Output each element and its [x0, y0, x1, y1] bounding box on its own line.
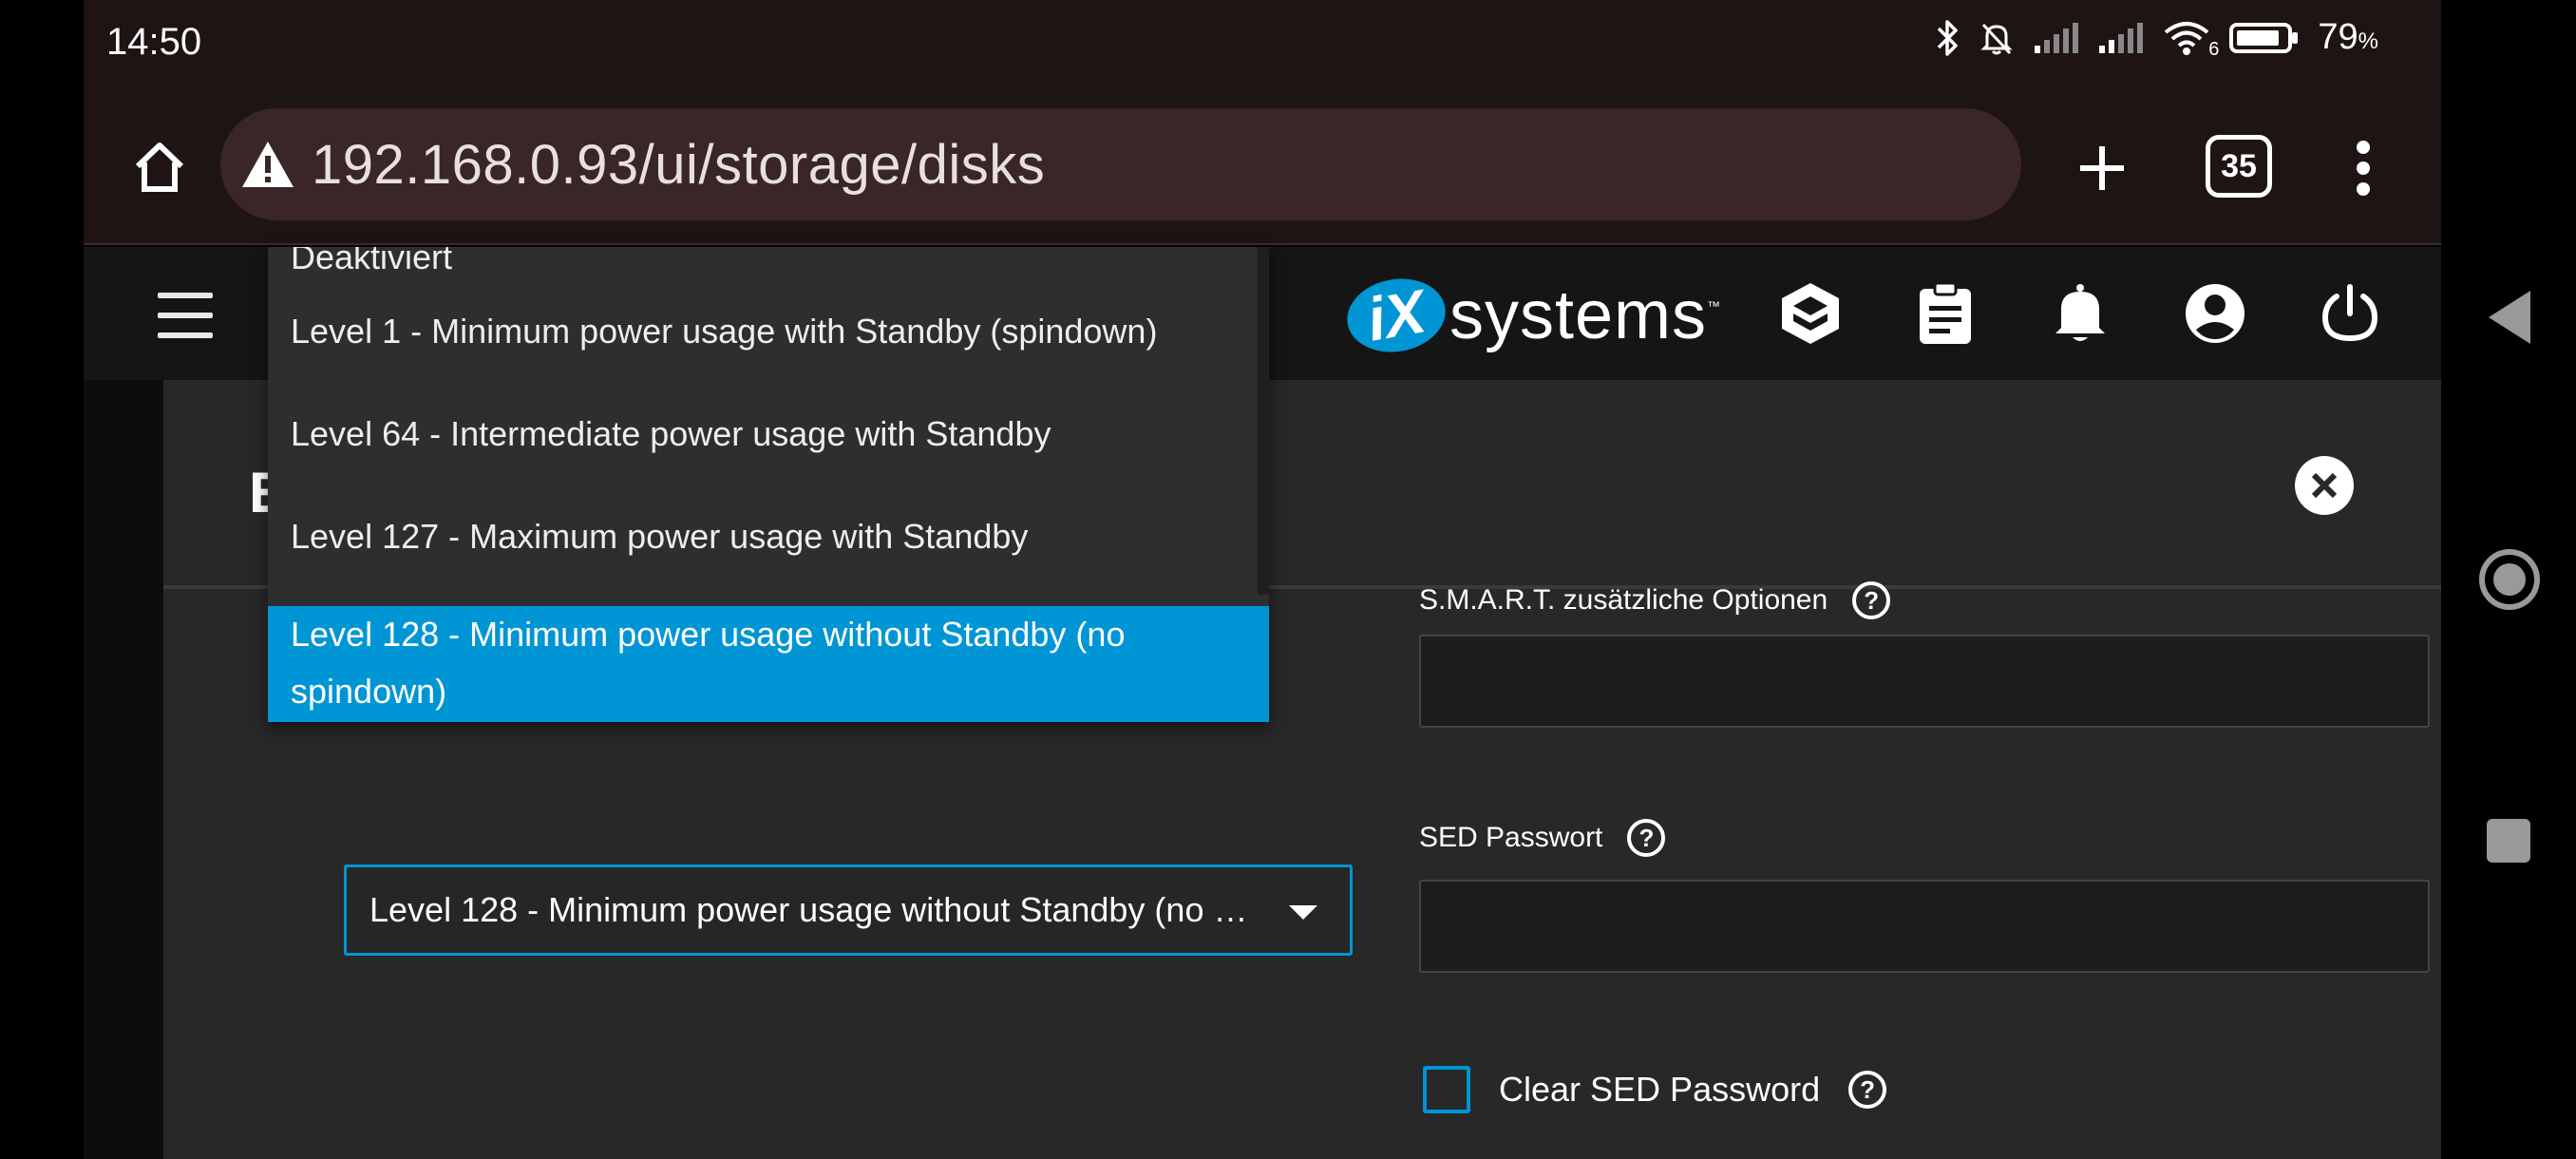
browser-toolbar: 192.168.0.93/ui/storage/disks 35: [84, 87, 2441, 245]
close-icon[interactable]: [2295, 456, 2354, 515]
status-time: 14:50: [106, 21, 202, 63]
hamburger-menu-icon[interactable]: [150, 287, 220, 344]
warning-icon[interactable]: [237, 134, 298, 195]
option-deaktiviert[interactable]: Deaktiviert: [268, 247, 1258, 287]
clear-sed-checkbox[interactable]: [1423, 1066, 1470, 1113]
chevron-down-icon[interactable]: [1289, 905, 1317, 920]
help-icon[interactable]: ?: [1852, 581, 1891, 619]
power-icon[interactable]: [2310, 274, 2390, 353]
truecommand-icon[interactable]: [1771, 274, 1850, 353]
logo-mark: iX: [1341, 271, 1451, 360]
power-management-select[interactable]: Level 128 - Minimum power usage without …: [344, 864, 1353, 956]
tabs-icon[interactable]: 35: [2206, 135, 2272, 198]
logo-text: systems: [1449, 277, 1708, 353]
url-text[interactable]: 192.168.0.93/ui/storage/disks: [312, 133, 1045, 197]
help-icon[interactable]: ?: [1848, 1071, 1887, 1109]
screen: 14:50 6 79% 192.168.0.93/ui/storage/disk…: [0, 0, 2576, 1159]
account-icon[interactable]: [2175, 274, 2255, 353]
smart-options-input[interactable]: [1419, 635, 2430, 728]
select-value: Level 128 - Minimum power usage without …: [369, 890, 1253, 929]
bluetooth-icon: [1936, 19, 1960, 57]
recent-apps-icon[interactable]: [2487, 819, 2530, 863]
clear-sed-label: Clear SED Password ?: [1499, 1066, 1887, 1113]
bell-muted-icon: [1978, 19, 2016, 57]
option-level-1[interactable]: Level 1 - Minimum power usage with Stand…: [268, 302, 1258, 361]
ixsystems-logo: iX systems ™: [1341, 270, 1721, 361]
back-icon[interactable]: [2489, 291, 2530, 344]
status-icons: 6 79%: [1936, 17, 2378, 60]
smart-options-label: S.M.A.R.T. zusätzliche Optionen ?: [1419, 581, 1891, 619]
clipboard-icon[interactable]: [1905, 274, 1985, 353]
sidebar-strip: [84, 380, 163, 1159]
home-circle-icon[interactable]: [2479, 549, 2540, 610]
wifi-icon: 6: [2162, 19, 2219, 60]
home-icon[interactable]: [122, 129, 198, 205]
plus-icon[interactable]: [2059, 125, 2145, 211]
more-vert-icon[interactable]: [2325, 125, 2401, 211]
dropdown-scrollbar[interactable]: [1258, 247, 1269, 595]
power-management-options: Deaktiviert Level 1 - Minimum power usag…: [268, 247, 1269, 722]
option-level-127[interactable]: Level 127 - Maximum power usage with Sta…: [268, 507, 1258, 566]
sed-password-label: SED Passwort ?: [1419, 819, 1666, 857]
wifi-badge: 6: [2208, 38, 2220, 60]
help-icon[interactable]: ?: [1627, 819, 1666, 857]
address-bar[interactable]: 192.168.0.93/ui/storage/disks: [220, 108, 2021, 220]
sed-password-input[interactable]: [1419, 880, 2430, 973]
battery-icon: [2228, 21, 2301, 55]
option-level-64[interactable]: Level 64 - Intermediate power usage with…: [268, 405, 1258, 464]
battery-percent: 79%: [2318, 17, 2378, 57]
android-nav-bar: [2443, 0, 2576, 1159]
signal-icon: [2033, 21, 2080, 55]
logo-trademark: ™: [1707, 298, 1721, 314]
signal-icon: [2097, 21, 2145, 55]
bell-icon[interactable]: [2040, 274, 2120, 353]
option-level-128-selected[interactable]: Level 128 - Minimum power usage without …: [268, 606, 1269, 722]
status-bar: 14:50 6 79%: [84, 0, 2441, 87]
